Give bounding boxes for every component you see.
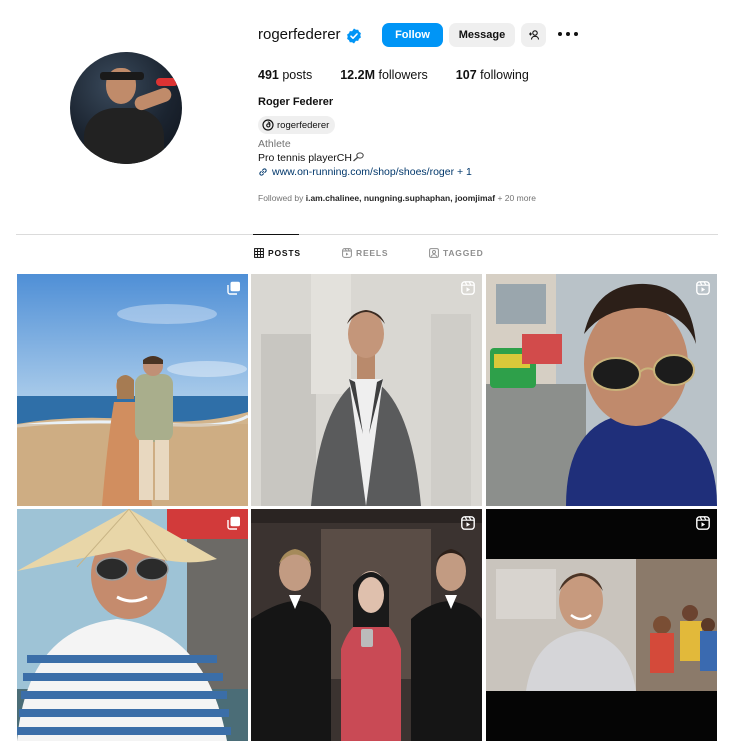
post-thumbnail-1[interactable] [17,274,248,506]
profile-username: rogerfederer [258,26,341,43]
follow-button[interactable]: Follow [382,23,443,47]
tab-tagged[interactable]: TAGGED [429,248,484,258]
tab-reels[interactable]: REELS [342,248,388,258]
reels-icon [342,248,352,258]
profile-tabs: POSTS REELS TAGGED [0,248,732,262]
carousel-icon [227,281,240,295]
post-thumbnail-6[interactable] [486,509,717,741]
tagged-icon [429,248,439,258]
threads-handle: rogerfederer [277,119,330,131]
post-thumbnail-3[interactable] [486,274,717,506]
reel-icon [461,281,475,295]
reel-icon [696,516,710,530]
post-image-elevator-scene [251,509,482,741]
tabs-divider [16,234,718,235]
reel-icon [461,516,475,530]
suggested-users-button[interactable] [521,23,546,47]
post-image-street-selfie [486,274,717,506]
post-thumbnail-4[interactable] [17,509,248,741]
post-thumbnail-2[interactable] [251,274,482,506]
grid-icon [254,248,264,258]
carousel-icon [227,516,240,530]
verified-badge-icon [347,28,361,44]
more-options-icon[interactable] [558,27,578,41]
message-button[interactable]: Message [449,23,515,47]
post-image-beach-couple [17,274,248,506]
post-image-hat-selfie [17,509,248,741]
profile-stats: 491 posts 12.2M followers 107 following [258,68,557,82]
followers-stat[interactable]: 12.2M followers [340,68,428,82]
followed-by-text[interactable]: Followed by i.am.chalinee, nungning.suph… [258,193,536,203]
post-thumbnail-5[interactable] [251,509,482,741]
post-image-video-still [486,509,717,741]
tennis-racket-emoji-icon [353,152,364,162]
profile-link[interactable]: www.on-running.com/shop/shoes/roger + 1 [258,166,472,178]
link-icon [259,168,267,176]
posts-stat[interactable]: 491 posts [258,68,312,82]
active-tab-indicator [253,234,299,235]
threads-icon [262,119,274,131]
reel-icon [696,281,710,295]
following-stat[interactable]: 107 following [456,68,529,82]
profile-full-name: Roger Federer [258,96,334,108]
tab-posts[interactable]: POSTS [254,248,301,258]
profile-avatar[interactable] [70,52,182,164]
threads-link-pill[interactable]: rogerfederer [258,116,336,134]
profile-category: Athlete [258,138,291,150]
profile-link-text: www.on-running.com/shop/shoes/roger + 1 [272,166,472,178]
add-user-icon [528,30,539,40]
profile-bio: Pro tennis playerCH [258,152,364,164]
post-image-man-in-suit [251,274,482,506]
